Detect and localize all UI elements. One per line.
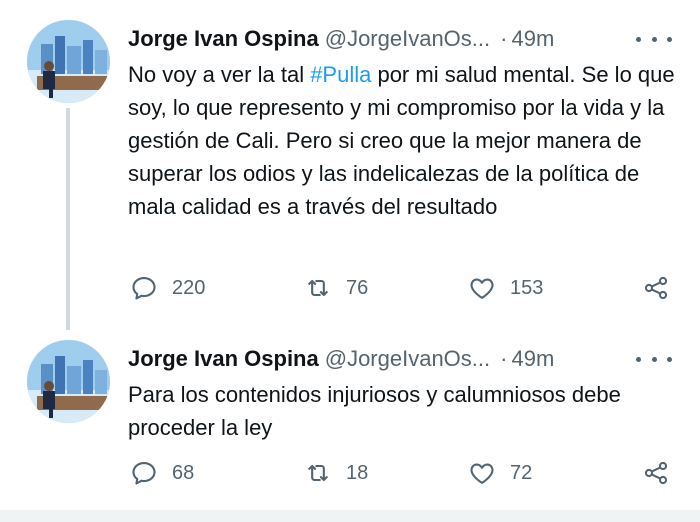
more-options-icon (636, 356, 641, 362)
share-icon (644, 276, 668, 300)
more-options-icon (667, 356, 672, 362)
avatar[interactable] (27, 340, 110, 423)
more-options-button[interactable] (636, 344, 672, 374)
reply-icon (132, 462, 156, 485)
tweet-header: Jorge Ivan Ospina @JorgeIvanOs... · 49m (128, 24, 676, 54)
tweet-actions: 68 18 72 (128, 457, 676, 489)
more-options-icon (651, 36, 657, 42)
author-name[interactable]: Jorge Ivan Ospina (128, 346, 319, 371)
tweet-content: Jorge Ivan Ospina @JorgeIvanOs... · 49m Par… (128, 344, 676, 444)
tweet-actions: 220 76 153 (128, 272, 676, 304)
bottom-divider (0, 510, 700, 522)
hashtag-link[interactable]: #Pulla (310, 62, 371, 87)
tweet-text: No voy a ver la tal #Pulla por mi salud … (128, 58, 676, 223)
separator-dot: · (500, 26, 508, 51)
reply-button[interactable]: 68 (130, 457, 194, 489)
author-handle[interactable]: @JorgeIvanOs... (325, 346, 490, 371)
reply-icon (132, 277, 156, 300)
heart-icon (470, 463, 494, 484)
more-options-button[interactable] (636, 24, 672, 54)
author-name[interactable]: Jorge Ivan Ospina (128, 26, 319, 51)
like-button[interactable]: 72 (468, 457, 532, 489)
like-count: 153 (510, 276, 544, 299)
more-options-icon (667, 36, 672, 42)
retweet-count: 18 (346, 461, 369, 484)
thread-line (66, 108, 70, 330)
separator-dot: · (500, 346, 508, 371)
share-button[interactable] (642, 457, 670, 489)
tweet-header: Jorge Ivan Ospina @JorgeIvanOs... · 49m (128, 344, 676, 374)
timestamp[interactable]: 49m (511, 26, 554, 51)
reply-count: 68 (172, 461, 195, 484)
retweet-icon (308, 464, 328, 482)
reply-count: 220 (172, 276, 206, 299)
avatar-image (27, 340, 110, 423)
retweet-icon (308, 279, 328, 297)
tweet-content: Jorge Ivan Ospina @JorgeIvanOs... · 49m No … (128, 24, 676, 223)
share-icon (644, 461, 668, 485)
author-handle[interactable]: @JorgeIvanOs... (325, 26, 490, 51)
retweet-count: 76 (346, 276, 369, 299)
avatar[interactable] (27, 20, 110, 103)
like-button[interactable]: 153 (468, 272, 543, 304)
like-count: 72 (510, 461, 533, 484)
retweet-button[interactable]: 18 (304, 457, 368, 489)
tweet[interactable]: Jorge Ivan Ospina @JorgeIvanOs... · 49m No … (0, 0, 700, 330)
heart-icon (470, 278, 494, 299)
timestamp[interactable]: 49m (511, 346, 554, 371)
more-options-icon (651, 356, 657, 362)
retweet-button[interactable]: 76 (304, 272, 368, 304)
tweet-text: Para los contenidos injuriosos y calumni… (128, 382, 621, 440)
avatar-image (27, 20, 110, 103)
tweet-text-part: No voy a ver la tal (128, 62, 311, 87)
tweet[interactable]: Jorge Ivan Ospina @JorgeIvanOs... · 49m Par… (0, 330, 700, 510)
share-button[interactable] (642, 272, 670, 304)
reply-button[interactable]: 220 (130, 272, 205, 304)
more-options-icon (636, 36, 641, 42)
